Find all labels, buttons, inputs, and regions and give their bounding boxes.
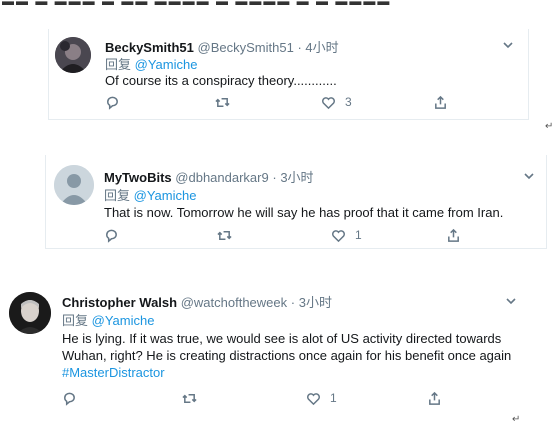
timestamp[interactable]: 3小时 bbox=[280, 170, 313, 185]
tweet-actions: 3 bbox=[105, 94, 515, 110]
reply-icon bbox=[106, 229, 117, 243]
reply-button[interactable] bbox=[104, 227, 119, 243]
replying-to: 回复 @Yamiche bbox=[104, 185, 196, 204]
reply-tweet[interactable]: Christopher Walsh @watchoftheweek · 3小时 … bbox=[0, 278, 540, 428]
share-button[interactable] bbox=[427, 390, 442, 406]
avatar[interactable] bbox=[54, 165, 94, 205]
share-button[interactable] bbox=[433, 94, 448, 110]
user-handle[interactable]: @watchoftheweek bbox=[181, 295, 287, 310]
avatar[interactable] bbox=[55, 37, 91, 73]
share-icon bbox=[435, 95, 446, 109]
replying-to: 回复 @Yamiche bbox=[105, 54, 197, 73]
tweet-header: Christopher Walsh @watchoftheweek · 3小时 bbox=[62, 295, 332, 310]
mention-link[interactable]: @Yamiche bbox=[134, 188, 197, 203]
retweet-button[interactable] bbox=[217, 227, 232, 243]
tweet-text: That is now. Tomorrow he will say he has… bbox=[104, 205, 504, 220]
hashtag-link[interactable]: #MasterDistractor bbox=[62, 365, 165, 380]
reply-prefix: 回复 bbox=[104, 188, 131, 203]
timestamp[interactable]: 3小时 bbox=[299, 295, 332, 310]
retweet-button[interactable] bbox=[215, 94, 230, 110]
replying-to: 回复 @Yamiche bbox=[62, 310, 154, 329]
user-handle[interactable]: @BeckySmith51 bbox=[198, 40, 294, 55]
like-count: 3 bbox=[345, 95, 352, 109]
chevron-down-icon[interactable] bbox=[505, 294, 517, 306]
tweet-actions: 1 bbox=[62, 390, 482, 406]
retweet-icon bbox=[217, 230, 232, 240]
tweet-header: MyTwoBits @dbhandarkar9 · 3小时 bbox=[104, 170, 314, 185]
share-icon bbox=[429, 391, 440, 405]
reply-prefix: 回复 bbox=[105, 57, 132, 72]
paragraph-mark: ↵ bbox=[545, 121, 553, 132]
display-name[interactable]: BeckySmith51 bbox=[105, 40, 194, 55]
like-button[interactable]: 3 bbox=[321, 94, 352, 110]
mention-link[interactable]: @Yamiche bbox=[135, 57, 198, 72]
reply-icon bbox=[107, 96, 118, 110]
like-count: 1 bbox=[330, 391, 337, 405]
like-button[interactable]: 1 bbox=[331, 227, 362, 243]
retweet-icon bbox=[215, 97, 230, 107]
mention-link[interactable]: @Yamiche bbox=[92, 313, 155, 328]
reply-button[interactable] bbox=[62, 390, 77, 406]
chevron-down-icon[interactable] bbox=[502, 38, 514, 50]
reply-prefix: 回复 bbox=[62, 313, 89, 328]
tweet-text: Of course its a conspiracy theory.......… bbox=[105, 73, 337, 88]
retweet-button[interactable] bbox=[182, 390, 197, 406]
display-name[interactable]: Christopher Walsh bbox=[62, 295, 177, 310]
cropped-top-text: ▬▬ ▬ ▬▬▬ ▬ ▬▬ ▬▬▬▬ ▬ ▬▬▬▬ ▬ ▬ ▬▬▬▬ bbox=[2, 0, 392, 8]
tweet-actions: 1 bbox=[104, 227, 524, 243]
like-icon bbox=[307, 392, 320, 405]
share-button[interactable] bbox=[446, 227, 461, 243]
reply-button[interactable] bbox=[105, 94, 120, 110]
reply-icon bbox=[64, 392, 75, 406]
like-icon bbox=[332, 229, 345, 242]
avatar[interactable] bbox=[9, 292, 51, 334]
reply-tweet[interactable]: BeckySmith51 @BeckySmith51 · 4小时 回复 @Yam… bbox=[48, 29, 529, 120]
chevron-down-icon[interactable] bbox=[523, 169, 535, 181]
paragraph-mark: ↵ bbox=[512, 414, 521, 425]
like-count: 1 bbox=[355, 228, 362, 242]
tweet-text: He is lying. If it was true, we would se… bbox=[62, 331, 512, 380]
like-button[interactable]: 1 bbox=[306, 390, 337, 406]
share-icon bbox=[448, 228, 459, 242]
retweet-icon bbox=[182, 393, 197, 403]
reply-tweet[interactable]: MyTwoBits @dbhandarkar9 · 3小时 回复 @Yamich… bbox=[45, 155, 547, 249]
like-icon bbox=[322, 96, 335, 109]
timestamp[interactable]: 4小时 bbox=[305, 40, 338, 55]
display-name[interactable]: MyTwoBits bbox=[104, 170, 172, 185]
user-handle[interactable]: @dbhandarkar9 bbox=[175, 170, 268, 185]
